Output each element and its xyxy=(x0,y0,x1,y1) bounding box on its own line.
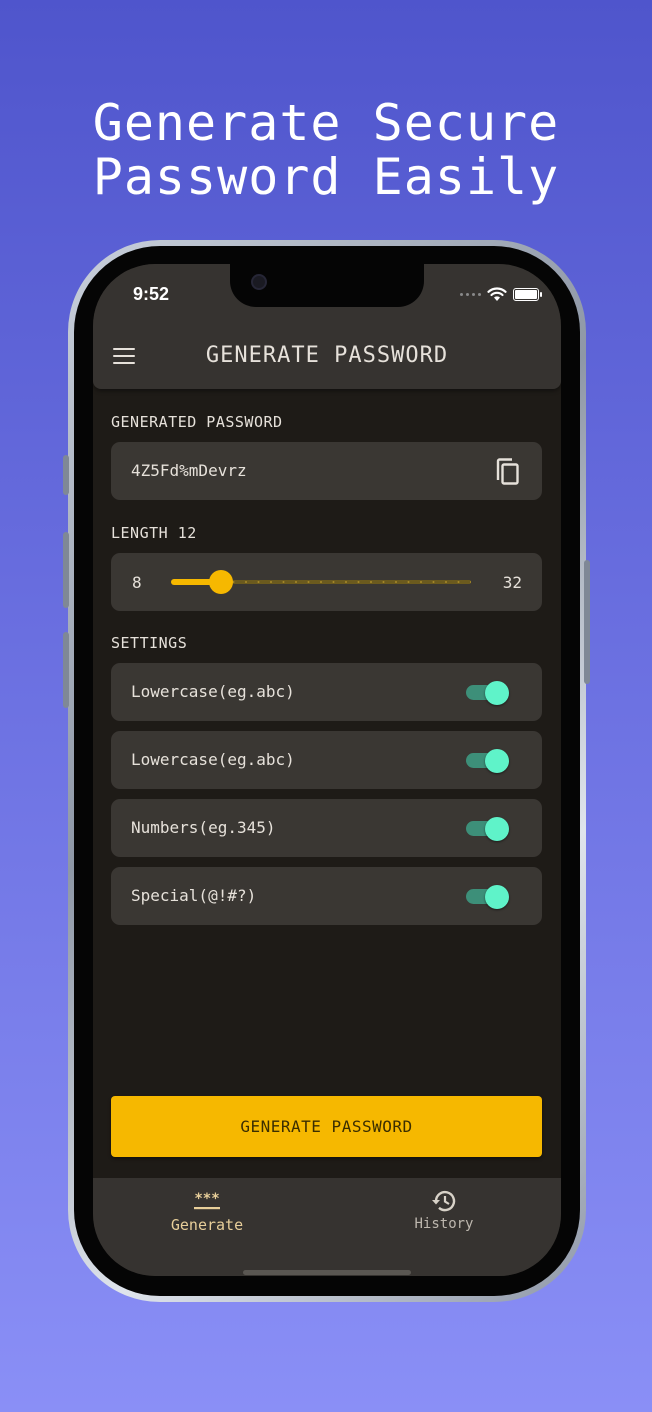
slider-tick xyxy=(370,581,372,583)
page-title: GENERATE PASSWORD xyxy=(205,343,449,368)
slider-tick xyxy=(357,581,360,583)
length-slider-card: 8 32 xyxy=(111,553,542,611)
nav-label-generate: Generate xyxy=(170,1216,244,1234)
setting-label: Numbers(eg.345) xyxy=(131,818,276,837)
slider-tick xyxy=(282,581,285,583)
slider-tick xyxy=(395,581,397,583)
nav-item-generate[interactable]: *** Generate xyxy=(127,1188,287,1234)
slider-tick xyxy=(432,581,435,583)
numbers-toggle[interactable] xyxy=(466,817,510,841)
slider-tick xyxy=(457,581,460,583)
status-time: 9:52 xyxy=(133,284,170,304)
slider-tick xyxy=(332,581,335,583)
slider-max-label: 32 xyxy=(502,573,522,592)
slider-tick xyxy=(445,581,447,583)
slider-tick xyxy=(307,581,310,583)
slider-tick xyxy=(345,581,347,583)
slider-tick xyxy=(382,581,385,583)
setting-label: Special(@!#?) xyxy=(131,886,257,905)
volume-down-button xyxy=(63,632,69,708)
setting-row-special[interactable]: Special(@!#?) xyxy=(111,867,542,925)
signal-icon xyxy=(460,292,481,296)
lowercase-toggle[interactable] xyxy=(466,681,510,705)
setting-label: Lowercase(eg.abc) xyxy=(131,682,295,701)
headline-line-2: Password Easily xyxy=(92,148,560,206)
password-value[interactable]: 4Z5Fd%mDevrz xyxy=(131,461,247,480)
settings-label: SETTINGS xyxy=(111,634,188,652)
special-toggle[interactable] xyxy=(466,885,510,909)
history-icon xyxy=(432,1190,456,1212)
slider-tick xyxy=(407,581,410,583)
headline-line-1: Generate Secure xyxy=(92,94,560,152)
length-label: LENGTH 12 xyxy=(111,524,197,542)
promo-headline: Generate Secure Password Easily xyxy=(0,96,652,204)
slider-tick xyxy=(320,581,322,583)
home-indicator xyxy=(243,1270,411,1275)
setting-row-numbers[interactable]: Numbers(eg.345) xyxy=(111,799,542,857)
slider-tick xyxy=(420,581,422,583)
lowercase-2-toggle[interactable] xyxy=(466,749,510,773)
setting-label: Lowercase(eg.abc) xyxy=(131,750,295,769)
status-icons xyxy=(460,286,542,302)
slider-tick xyxy=(470,581,471,583)
copy-icon[interactable] xyxy=(494,458,520,486)
asterisk-password-icon: *** xyxy=(194,1191,220,1210)
setting-row-lowercase-2[interactable]: Lowercase(eg.abc) xyxy=(111,731,542,789)
nav-item-history[interactable]: History xyxy=(364,1188,524,1232)
slider-tick xyxy=(295,581,297,583)
slider-tick xyxy=(257,581,260,583)
bottom-navigation: *** Generate History xyxy=(93,1178,561,1276)
password-card: 4Z5Fd%mDevrz xyxy=(111,442,542,500)
setting-row-lowercase[interactable]: Lowercase(eg.abc) xyxy=(111,663,542,721)
wifi-icon xyxy=(487,287,507,301)
app-screen: GENERATE PASSWORD 9:52 GENERATED PASSWOR… xyxy=(93,264,561,1276)
slider-thumb[interactable] xyxy=(209,570,233,594)
generate-password-button[interactable]: GENERATE PASSWORD xyxy=(111,1096,542,1157)
generated-password-label: GENERATED PASSWORD xyxy=(111,413,283,431)
slider-tick xyxy=(245,581,247,583)
nav-label-history: History xyxy=(414,1216,474,1232)
slider-min-label: 8 xyxy=(132,573,142,592)
svg-text:***: *** xyxy=(194,1191,219,1207)
slider-tick xyxy=(270,581,272,583)
volume-up-button xyxy=(63,532,69,608)
camera-icon xyxy=(251,274,267,290)
notch xyxy=(230,264,424,307)
mute-switch xyxy=(63,455,69,495)
battery-icon xyxy=(513,287,542,301)
power-button xyxy=(584,560,590,684)
